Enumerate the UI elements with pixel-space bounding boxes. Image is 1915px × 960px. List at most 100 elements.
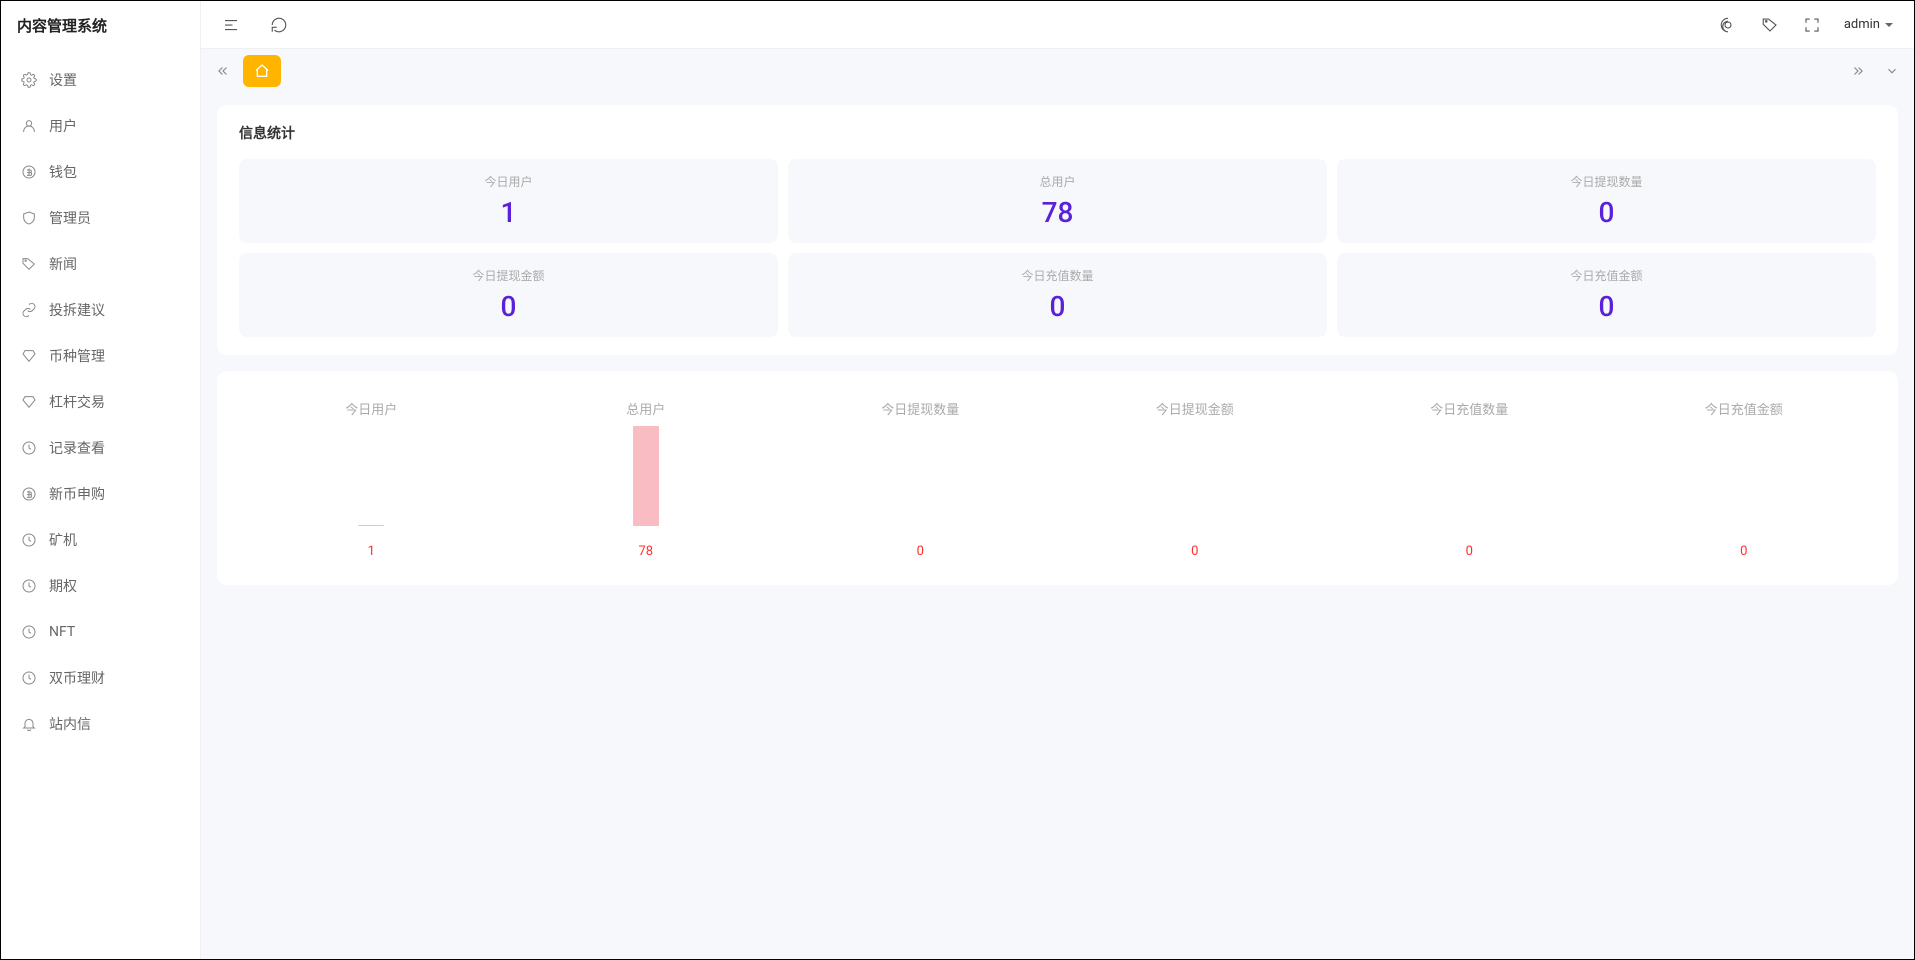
chart-column-label: 今日用户: [345, 399, 397, 418]
bar-track: [358, 426, 384, 526]
sidebar-item-wallet[interactable]: 钱包: [1, 149, 200, 195]
chevron-down-icon: [1884, 20, 1894, 30]
tabbar: [201, 49, 1914, 93]
stat-label: 今日用户: [249, 173, 768, 190]
sidebar-item-label: 记录查看: [49, 438, 105, 458]
sidebar-item-label: 站内信: [49, 714, 91, 734]
content: 信息统计 今日用户 1 总用户 78 今日提现数量 0 今日: [201, 93, 1914, 959]
chart-column-label: 今日提现数量: [881, 399, 959, 418]
stats-grid: 今日用户 1 总用户 78 今日提现数量 0 今日提现金额 0: [239, 159, 1876, 337]
chart-column: 今日充值金额0: [1612, 399, 1877, 559]
bar-fill: [633, 426, 659, 526]
chart-column: 今日提现金额 0: [1063, 399, 1328, 559]
sidebar-item-label: 币种管理: [49, 346, 105, 366]
sidebar-item-label: 期权: [49, 576, 77, 596]
sidebar-item-label: 设置: [49, 70, 77, 90]
chart-card: 今日用户1总用户78今日提现数量0今日提现金额0今日充值数量0今日充值金额0: [217, 371, 1898, 585]
sidebar-item-label: 杠杆交易: [49, 392, 105, 412]
chart-value: 78: [638, 544, 653, 559]
stats-title: 信息统计: [239, 123, 1876, 143]
chart-row: 今日用户1总用户78今日提现数量0今日提现金额0今日充值数量0今日充值金额0: [239, 399, 1876, 559]
chart-value: 1: [368, 544, 375, 559]
home-icon: [254, 63, 270, 79]
chart-value: 0: [1191, 544, 1198, 559]
tab-scroll-left-button[interactable]: [211, 59, 235, 83]
sidebar-item-complaint[interactable]: 投拆建议: [1, 287, 200, 333]
sidebar-item-message[interactable]: 站内信: [1, 701, 200, 747]
sidebar-item-label: 新币申购: [49, 484, 105, 504]
sidebar-item-label: 用户: [49, 116, 77, 136]
bar-track: [1731, 426, 1757, 526]
chart-column: 今日提现数量 0: [788, 399, 1053, 559]
sidebar-item-newcoin[interactable]: 新币申购: [1, 471, 200, 517]
stat-cell: 今日提现金额 0: [239, 253, 778, 337]
topbar: admin: [201, 1, 1914, 49]
chart-column-label: 今日提现金额: [1156, 399, 1234, 418]
coin-icon: [21, 164, 37, 180]
sidebar-item-user[interactable]: 用户: [1, 103, 200, 149]
gear-icon: [21, 72, 37, 88]
sidebar-item-leverage[interactable]: 杠杆交易: [1, 379, 200, 425]
clock-icon: [21, 578, 37, 594]
clock-icon: [21, 532, 37, 548]
stat-label: 今日提现数量: [1347, 173, 1866, 190]
coin-icon: [21, 486, 37, 502]
sidebar-item-label: NFT: [49, 624, 75, 640]
bar-track: [907, 426, 933, 526]
sidebar-item-coins[interactable]: 币种管理: [1, 333, 200, 379]
stats-card: 信息统计 今日用户 1 总用户 78 今日提现数量 0 今日: [217, 105, 1898, 355]
sidebar-item-label: 矿机: [49, 530, 77, 550]
user-icon: [21, 118, 37, 134]
clock-icon: [21, 624, 37, 640]
chart-column-label: 今日充值数量: [1430, 399, 1508, 418]
sidebar-item-admin[interactable]: 管理员: [1, 195, 200, 241]
theme-button[interactable]: [1718, 15, 1738, 35]
chart-value: 0: [1466, 544, 1473, 559]
clock-icon: [21, 670, 37, 686]
clock-icon: [21, 440, 37, 456]
stat-cell: 今日提现数量 0: [1337, 159, 1876, 243]
tag-icon: [21, 256, 37, 272]
sidebar-item-options[interactable]: 期权: [1, 563, 200, 609]
user-name: admin: [1844, 17, 1880, 32]
link-icon: [21, 302, 37, 318]
diamond-icon: [21, 394, 37, 410]
stat-value: 0: [1347, 196, 1866, 229]
stat-value: 78: [798, 196, 1317, 229]
tab-dropdown-button[interactable]: [1880, 59, 1904, 83]
sidebar-item-label: 管理员: [49, 208, 91, 228]
collapse-sidebar-button[interactable]: [221, 15, 241, 35]
fullscreen-button[interactable]: [1802, 15, 1822, 35]
sidebar-item-label: 投拆建议: [49, 300, 105, 320]
stat-label: 今日充值金额: [1347, 267, 1866, 284]
sidebar-item-nft[interactable]: NFT: [1, 609, 200, 655]
stat-value: 0: [249, 290, 768, 323]
chart-value: 0: [917, 544, 924, 559]
shield-icon: [21, 210, 37, 226]
sidebar-item-news[interactable]: 新闻: [1, 241, 200, 287]
sidebar-item-records[interactable]: 记录查看: [1, 425, 200, 471]
sidebar-item-miner[interactable]: 矿机: [1, 517, 200, 563]
tag-button[interactable]: [1760, 15, 1780, 35]
stat-cell: 总用户 78: [788, 159, 1327, 243]
stat-label: 今日充值数量: [798, 267, 1317, 284]
bar-track: [1456, 426, 1482, 526]
user-dropdown[interactable]: admin: [1844, 17, 1894, 32]
app-title: 内容管理系统: [17, 15, 107, 36]
sidebar: 内容管理系统 设置 用户 钱包 管理员 新闻: [1, 1, 201, 959]
sidebar-menu: 设置 用户 钱包 管理员 新闻 投拆建议: [1, 49, 200, 959]
chart-column: 今日充值数量 0: [1337, 399, 1602, 559]
stat-cell: 今日充值金额 0: [1337, 253, 1876, 337]
bar-fill: [358, 525, 384, 526]
sidebar-item-dual[interactable]: 双币理财: [1, 655, 200, 701]
chart-value: 0: [1740, 544, 1747, 559]
tab-home[interactable]: [243, 55, 281, 87]
refresh-button[interactable]: [269, 15, 289, 35]
sidebar-item-settings[interactable]: 设置: [1, 57, 200, 103]
stat-label: 总用户: [798, 173, 1317, 190]
logo: 内容管理系统: [1, 1, 200, 49]
chart-column-label: 总用户: [626, 399, 665, 418]
bell-icon: [21, 716, 37, 732]
tab-scroll-right-button[interactable]: [1846, 59, 1870, 83]
sidebar-item-label: 双币理财: [49, 668, 105, 688]
